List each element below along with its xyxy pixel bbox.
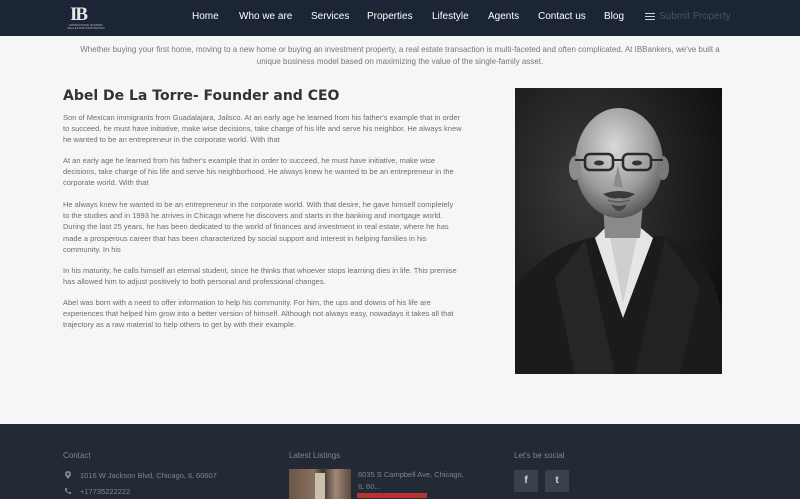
listing-address-line[interactable]: 6035 S Campbell Ave, Chicago,: [358, 470, 464, 479]
portrait-illustration: [515, 88, 722, 374]
bio-line: community. In his: [63, 244, 121, 254]
bio-line: trajectory as a raw material to help oth…: [63, 320, 297, 330]
bio-line: decisions, take charge of his life and s…: [63, 167, 454, 177]
bio-paragraph: Abel was born with a need to offer infor…: [63, 297, 493, 331]
twitter-button[interactable]: t: [545, 470, 569, 492]
bio-paragraph: Son of Mexican immigrants from Guadalaja…: [63, 112, 493, 146]
hamburger-menu-icon: [645, 13, 655, 20]
bio-line: At an early age he learned from his fath…: [63, 156, 436, 165]
bio-line: to succeed, he must have initiative, mak…: [63, 124, 462, 134]
nav-properties[interactable]: Properties: [367, 11, 413, 22]
intro-text: Whether buying your first home, moving t…: [60, 44, 740, 68]
bio-paragraph: He always knew he wanted to be an entrep…: [63, 199, 493, 255]
bio-line: In his maturity, he calls himself an ete…: [63, 266, 457, 275]
bio-line: Son of Mexican immigrants from Guadalaja…: [63, 113, 461, 122]
nav-who-we-are[interactable]: Who we are: [239, 11, 292, 22]
bio-line: made a prosperous career that has been c…: [63, 233, 427, 243]
listing-price-badge: [357, 493, 427, 498]
nav-blog[interactable]: Blog: [604, 11, 624, 22]
map-marker-icon: [65, 471, 71, 479]
bio-line: he wanted to be an entrepreneur in the c…: [63, 135, 280, 145]
facebook-button[interactable]: f: [514, 470, 538, 492]
nav-services[interactable]: Services: [311, 11, 349, 22]
bio-line: corporate world. With that: [63, 178, 149, 188]
footer-listings-heading: Latest Listings: [289, 451, 341, 460]
bio-paragraph: At an early age he learned from his fath…: [63, 155, 493, 189]
bio-line: Abel was born with a need to offer infor…: [63, 298, 431, 307]
bio-line: has allowed him to adjust positively to …: [63, 277, 326, 287]
intro-line: Whether buying your first home, moving t…: [80, 45, 720, 54]
footer-phone: +17735222222: [80, 487, 131, 496]
submit-property-label: Submit Property: [659, 11, 731, 22]
phone-icon: [65, 487, 72, 494]
twitter-icon: t: [555, 475, 559, 486]
intro-line: unique business model based on maximizin…: [256, 57, 544, 66]
site-footer: Contact Latest Listings Let's be social …: [0, 424, 800, 499]
nav-agents[interactable]: Agents: [488, 11, 519, 22]
bio-paragraph: In his maturity, he calls himself an ete…: [63, 265, 493, 287]
bio-line: experiences that helped him grow into a …: [63, 309, 454, 319]
nav-lifestyle[interactable]: Lifestyle: [432, 11, 469, 22]
submit-property-button[interactable]: Submit Property: [645, 11, 731, 22]
bio-line: He always knew he wanted to be an entrep…: [63, 200, 454, 209]
nav-contact-us[interactable]: Contact us: [538, 11, 586, 22]
listing-address-line[interactable]: IL 60...: [358, 482, 381, 491]
facebook-icon: f: [524, 475, 528, 486]
bio-line: to the studies and in 1993 he arrives in…: [63, 211, 443, 221]
footer-address: 1016 W Jackson Blvd, Chicago, IL 60607: [80, 471, 217, 480]
founder-portrait: [515, 88, 722, 374]
page-title: Abel De La Torre- Founder and CEO: [63, 88, 340, 104]
nav-home[interactable]: Home: [192, 11, 219, 22]
footer-social-heading: Let's be social: [514, 451, 565, 460]
bio-line: During the last 25 years, he has been de…: [63, 222, 449, 232]
footer-contact-heading: Contact: [63, 451, 91, 460]
listing-thumbnail-window: [315, 473, 325, 499]
listing-thumbnail[interactable]: [289, 469, 351, 499]
main-nav: Home Who we are Services Properties Life…: [0, 0, 800, 36]
site-header: IB INTERNATIONAL BANKERS REAL ESTATE COR…: [0, 0, 800, 36]
